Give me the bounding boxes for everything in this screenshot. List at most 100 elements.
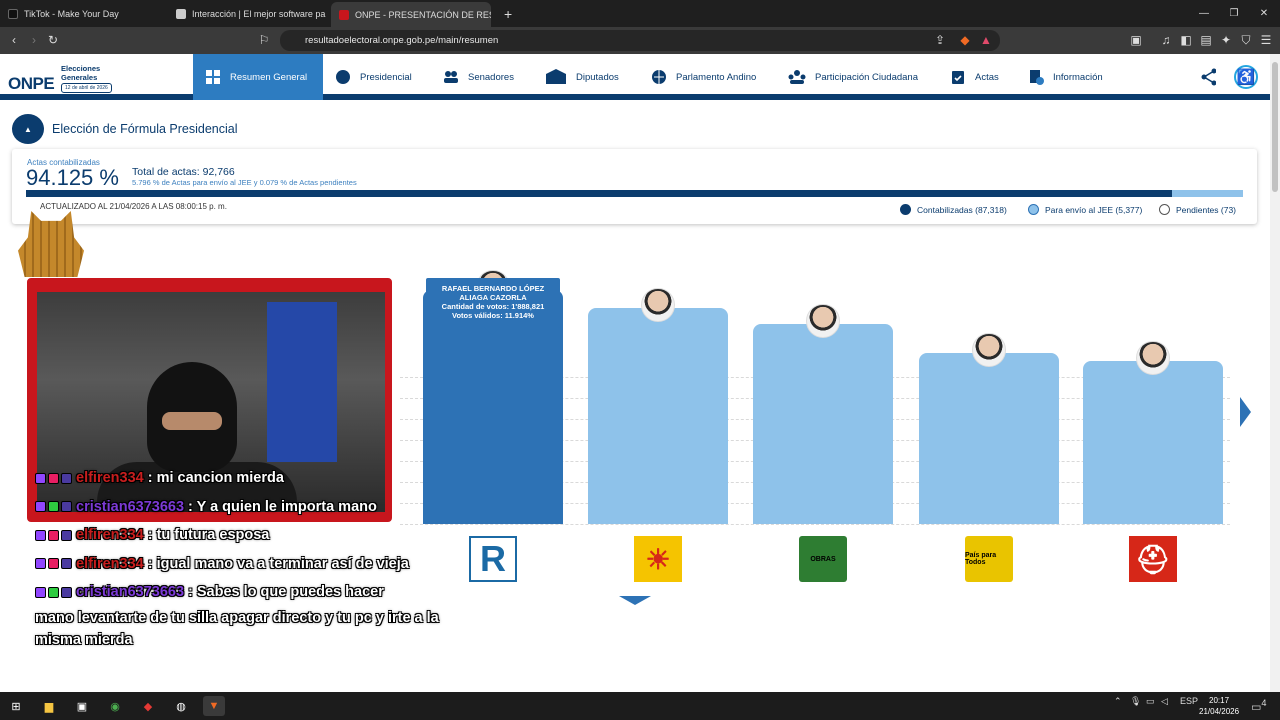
chat-badges <box>35 586 72 598</box>
candidate-bar[interactable] <box>588 308 728 524</box>
chat-text: : tu futura esposa <box>147 527 270 543</box>
app-icon[interactable]: ▣ <box>71 696 93 716</box>
file-explorer-icon[interactable]: ▆ <box>38 696 60 716</box>
chat-continuation: mano levantarte de tu silla apagar direc… <box>35 609 439 626</box>
candidate-photo <box>806 303 840 338</box>
chat-username: elfiren334 <box>76 527 144 543</box>
twitch-badge-icon <box>35 501 46 513</box>
candidate-photo <box>641 288 675 323</box>
sub-badge-icon <box>61 501 72 513</box>
party-logo[interactable]: OBRAS <box>799 536 847 582</box>
wallet-icon[interactable]: ▤ <box>1198 32 1214 48</box>
twitch-badge-icon <box>35 472 46 484</box>
next-candidates-arrow[interactable] <box>1240 397 1251 427</box>
status-badge-icon <box>48 529 59 541</box>
language-indicator[interactable]: ESP <box>1180 696 1198 706</box>
tab-tiktok[interactable]: TikTok - Make Your Day <box>0 0 165 27</box>
sidebar-icon[interactable]: ◧ <box>1178 32 1194 48</box>
sound-favicon-icon <box>176 8 186 19</box>
chat-continuation: misma mierda <box>35 631 133 648</box>
chat-username: cristian6373663 <box>76 498 185 515</box>
volume-icon[interactable]: ◁ <box>1161 696 1168 707</box>
restore-button[interactable]: ❐ <box>1218 0 1250 27</box>
chat-username: elfiren334 <box>76 555 144 572</box>
taskbar-clock[interactable]: 20:17 21/04/2026 <box>1199 695 1239 717</box>
status-badge-icon <box>48 558 59 570</box>
screenshot-icon[interactable]: ▣ <box>1128 32 1144 48</box>
notification-icon[interactable]: ▭4 <box>1251 698 1267 714</box>
tab-interaccion[interactable]: Interacción | El mejor software pa <box>168 0 328 27</box>
scrollbar-thumb[interactable] <box>1272 62 1278 192</box>
rewards-icon[interactable]: ▲ <box>978 32 994 48</box>
chat-username: elfiren334 <box>76 470 144 486</box>
brave-shield-icon[interactable]: ◆ <box>957 32 973 48</box>
status-badge-icon <box>48 586 59 598</box>
twitch-badge-icon <box>35 529 46 541</box>
ai-icon[interactable]: ✦ <box>1218 32 1234 48</box>
clock-date: 21/04/2026 <box>1199 707 1240 716</box>
menu-icon[interactable]: ☰ <box>1258 32 1274 48</box>
windows-taskbar: ⊞ ▆ ▣ ◉ ◆ ◍ ▼ ⌃ 🎙 ▭ ◁ ESP 20:17 21/04/20… <box>0 692 1280 720</box>
tray-chevron-icon[interactable]: ⌃ <box>1114 696 1122 707</box>
reload-icon[interactable]: ↻ <box>45 32 61 48</box>
chat-username: cristian6373663 <box>76 584 185 600</box>
sub-badge-icon <box>61 472 72 484</box>
bookmark-icon[interactable]: ⚐ <box>256 32 272 48</box>
chat-message: cristian6373663: Y a quien le importa ma… <box>35 493 485 522</box>
candidate-photo <box>1136 341 1170 376</box>
tab-onpe[interactable]: ONPE - PRESENTACIÓN DE RESU ✕ <box>331 2 491 27</box>
url-text: resultadoelectoral.onpe.gob.pe/main/resu… <box>305 35 499 46</box>
sub-badge-icon <box>61 586 72 598</box>
candidate-bar[interactable] <box>1083 361 1223 524</box>
clock-time: 20:17 <box>1209 696 1230 705</box>
windows-start-icon[interactable]: ⊞ <box>5 696 27 716</box>
network-icon[interactable]: ▭ <box>1146 696 1155 707</box>
tooltip-valid: Votos válidos: 11.914% <box>452 311 534 320</box>
twitch-badge-icon <box>35 558 46 570</box>
expand-down-arrow[interactable] <box>619 596 651 605</box>
chat-badges <box>35 529 72 541</box>
sub-badge-icon <box>61 558 72 570</box>
tab-label: Interacción | El mejor software pa <box>192 8 326 19</box>
back-icon[interactable]: ‹ <box>6 32 22 48</box>
chat-badges <box>35 472 72 484</box>
new-tab-button[interactable]: + <box>496 0 516 27</box>
chat-text: : igual mano va a terminar así de vieja <box>147 555 409 572</box>
forward-icon[interactable]: › <box>26 32 42 48</box>
notification-count: 4 <box>1261 698 1267 708</box>
party-logo[interactable]: ☀ <box>634 536 682 582</box>
tab-label: ONPE - PRESENTACIÓN DE RESU <box>355 9 491 20</box>
twitch-badge-icon <box>35 586 46 598</box>
webcam-person-eyes <box>162 412 222 430</box>
chat-message: elfiren334: igual mano va a terminar así… <box>35 550 485 579</box>
app-icon[interactable]: ◆ <box>137 696 159 716</box>
status-badge-icon <box>48 501 59 513</box>
mic-icon[interactable]: 🎙 <box>1130 696 1141 707</box>
chat-text: : Sabes lo que puedes hacer <box>188 584 384 600</box>
share-icon[interactable]: ⇪ <box>932 32 948 48</box>
obs-icon[interactable]: ◍ <box>170 696 192 716</box>
page-scrollbar[interactable] <box>1270 54 1280 692</box>
tiktok-favicon-icon <box>8 8 18 19</box>
candidate-tooltip: RAFAEL BERNARDO LÓPEZ ALIAGA CAZORLA Can… <box>426 278 560 335</box>
media-icon[interactable]: ♫ <box>1158 32 1174 48</box>
party-logo[interactable]: ⛑ <box>1129 536 1177 582</box>
candidate-bar[interactable] <box>753 323 893 524</box>
chat-message: cristian6373663: Sabes lo que puedes hac… <box>35 578 485 607</box>
close-window-button[interactable]: ✕ <box>1248 0 1280 27</box>
status-badge-icon <box>48 472 59 484</box>
onpe-favicon-icon <box>339 9 349 20</box>
chrome-icon[interactable]: ◉ <box>104 696 126 716</box>
url-field[interactable]: resultadoelectoral.onpe.gob.pe/main/resu… <box>280 30 1000 51</box>
chat-message: elfiren334: mi cancion mierda <box>35 464 485 493</box>
candidate-bar[interactable] <box>919 353 1059 524</box>
chat-badges <box>35 501 72 513</box>
chart-gridline <box>400 524 1230 525</box>
chat-text: : mi cancion mierda <box>147 470 284 486</box>
chat-text: : Y a quien le importa mano <box>188 498 377 515</box>
party-logo[interactable]: País para Todos <box>965 536 1013 582</box>
brave-taskbar-icon[interactable]: ▼ <box>203 696 225 716</box>
chat-badges <box>35 558 72 570</box>
vpn-icon[interactable]: ⛉ <box>1238 32 1254 48</box>
minimize-button[interactable]: — <box>1188 0 1220 27</box>
